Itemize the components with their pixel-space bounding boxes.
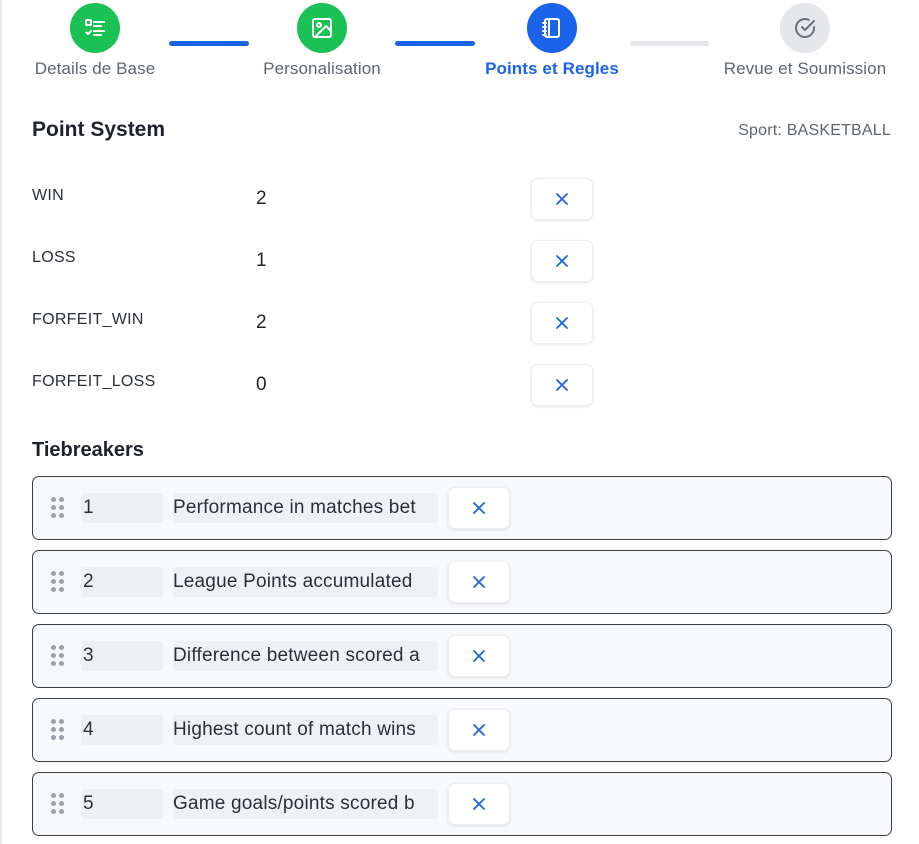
drag-handle-icon[interactable] bbox=[51, 645, 65, 669]
step-revue-et-soumission[interactable]: Revue et Soumission bbox=[705, 0, 905, 79]
check-circle-icon bbox=[780, 3, 830, 53]
page-left-border bbox=[0, 0, 2, 844]
drag-handle-icon[interactable] bbox=[51, 571, 65, 595]
tiebreaker-text-input[interactable]: Difference between scored a bbox=[173, 641, 438, 671]
point-name: LOSS bbox=[32, 249, 76, 266]
point-name: WIN bbox=[32, 187, 65, 204]
point-value[interactable]: 0 bbox=[256, 374, 267, 396]
tiebreaker-row: 2 League Points accumulated bbox=[32, 550, 892, 614]
tiebreaker-text-input[interactable]: Performance in matches bet bbox=[173, 493, 438, 523]
step-label: Revue et Soumission bbox=[723, 59, 887, 78]
tiebreaker-rank-input[interactable]: 4 bbox=[81, 715, 163, 745]
step-details-de-base[interactable]: Details de Base bbox=[0, 0, 195, 79]
tiebreaker-rank-input[interactable]: 3 bbox=[81, 641, 163, 671]
remove-tiebreaker-button[interactable] bbox=[448, 635, 510, 677]
sport-label: Sport: BASKETBALL bbox=[738, 122, 891, 139]
remove-point-button[interactable] bbox=[531, 302, 593, 344]
point-value[interactable]: 2 bbox=[256, 188, 267, 210]
image-icon bbox=[297, 3, 347, 53]
x-icon bbox=[556, 379, 568, 391]
drag-handle-icon[interactable] bbox=[51, 497, 65, 521]
step-label: Personalisation bbox=[263, 59, 381, 78]
point-system-title: Point System bbox=[32, 118, 166, 141]
x-icon bbox=[556, 193, 568, 205]
notebook-icon bbox=[527, 3, 577, 53]
remove-tiebreaker-button[interactable] bbox=[448, 709, 510, 751]
x-icon bbox=[473, 798, 485, 810]
remove-tiebreaker-button[interactable] bbox=[448, 487, 510, 529]
point-row-forfeit-loss: FORFEIT_LOSS 0 bbox=[32, 364, 602, 408]
tiebreakers-title: Tiebreakers bbox=[32, 439, 144, 461]
tiebreaker-text-input[interactable]: Highest count of match wins bbox=[173, 715, 438, 745]
tiebreaker-row: 1 Performance in matches bet bbox=[32, 476, 892, 540]
tiebreaker-rank-input[interactable]: 1 bbox=[81, 493, 163, 523]
tiebreaker-text-input[interactable]: Game goals/points scored b bbox=[173, 789, 438, 819]
point-name: FORFEIT_LOSS bbox=[32, 373, 156, 390]
point-name: FORFEIT_WIN bbox=[32, 311, 144, 328]
tiebreaker-rank-input[interactable]: 5 bbox=[81, 789, 163, 819]
drag-handle-icon[interactable] bbox=[51, 719, 65, 743]
x-icon bbox=[473, 724, 485, 736]
x-icon bbox=[556, 317, 568, 329]
remove-point-button[interactable] bbox=[531, 178, 593, 220]
drag-handle-icon[interactable] bbox=[51, 793, 65, 817]
point-value[interactable]: 1 bbox=[256, 250, 267, 272]
step-points-et-regles[interactable]: Points et Regles bbox=[452, 0, 652, 79]
x-icon bbox=[473, 502, 485, 514]
x-icon bbox=[556, 255, 568, 267]
point-value[interactable]: 2 bbox=[256, 312, 267, 334]
point-row-loss: LOSS 1 bbox=[32, 240, 602, 284]
tiebreaker-row: 3 Difference between scored a bbox=[32, 624, 892, 688]
remove-point-button[interactable] bbox=[531, 240, 593, 282]
remove-tiebreaker-button[interactable] bbox=[448, 783, 510, 825]
tiebreaker-row: 5 Game goals/points scored b bbox=[32, 772, 892, 836]
remove-tiebreaker-button[interactable] bbox=[448, 561, 510, 603]
progress-stepper: Details de Base Personalisation Points e… bbox=[0, 0, 919, 90]
step-personalisation[interactable]: Personalisation bbox=[222, 0, 422, 79]
step-label: Points et Regles bbox=[485, 59, 619, 78]
tiebreaker-rank-input[interactable]: 2 bbox=[81, 567, 163, 597]
x-icon bbox=[473, 650, 485, 662]
checklist-icon bbox=[70, 3, 120, 53]
point-row-forfeit-win: FORFEIT_WIN 2 bbox=[32, 302, 602, 346]
point-row-win: WIN 2 bbox=[32, 178, 602, 222]
tiebreaker-text-input[interactable]: League Points accumulated bbox=[173, 567, 438, 597]
step-label: Details de Base bbox=[34, 59, 156, 78]
remove-point-button[interactable] bbox=[531, 364, 593, 406]
tiebreaker-row: 4 Highest count of match wins bbox=[32, 698, 892, 762]
x-icon bbox=[473, 576, 485, 588]
